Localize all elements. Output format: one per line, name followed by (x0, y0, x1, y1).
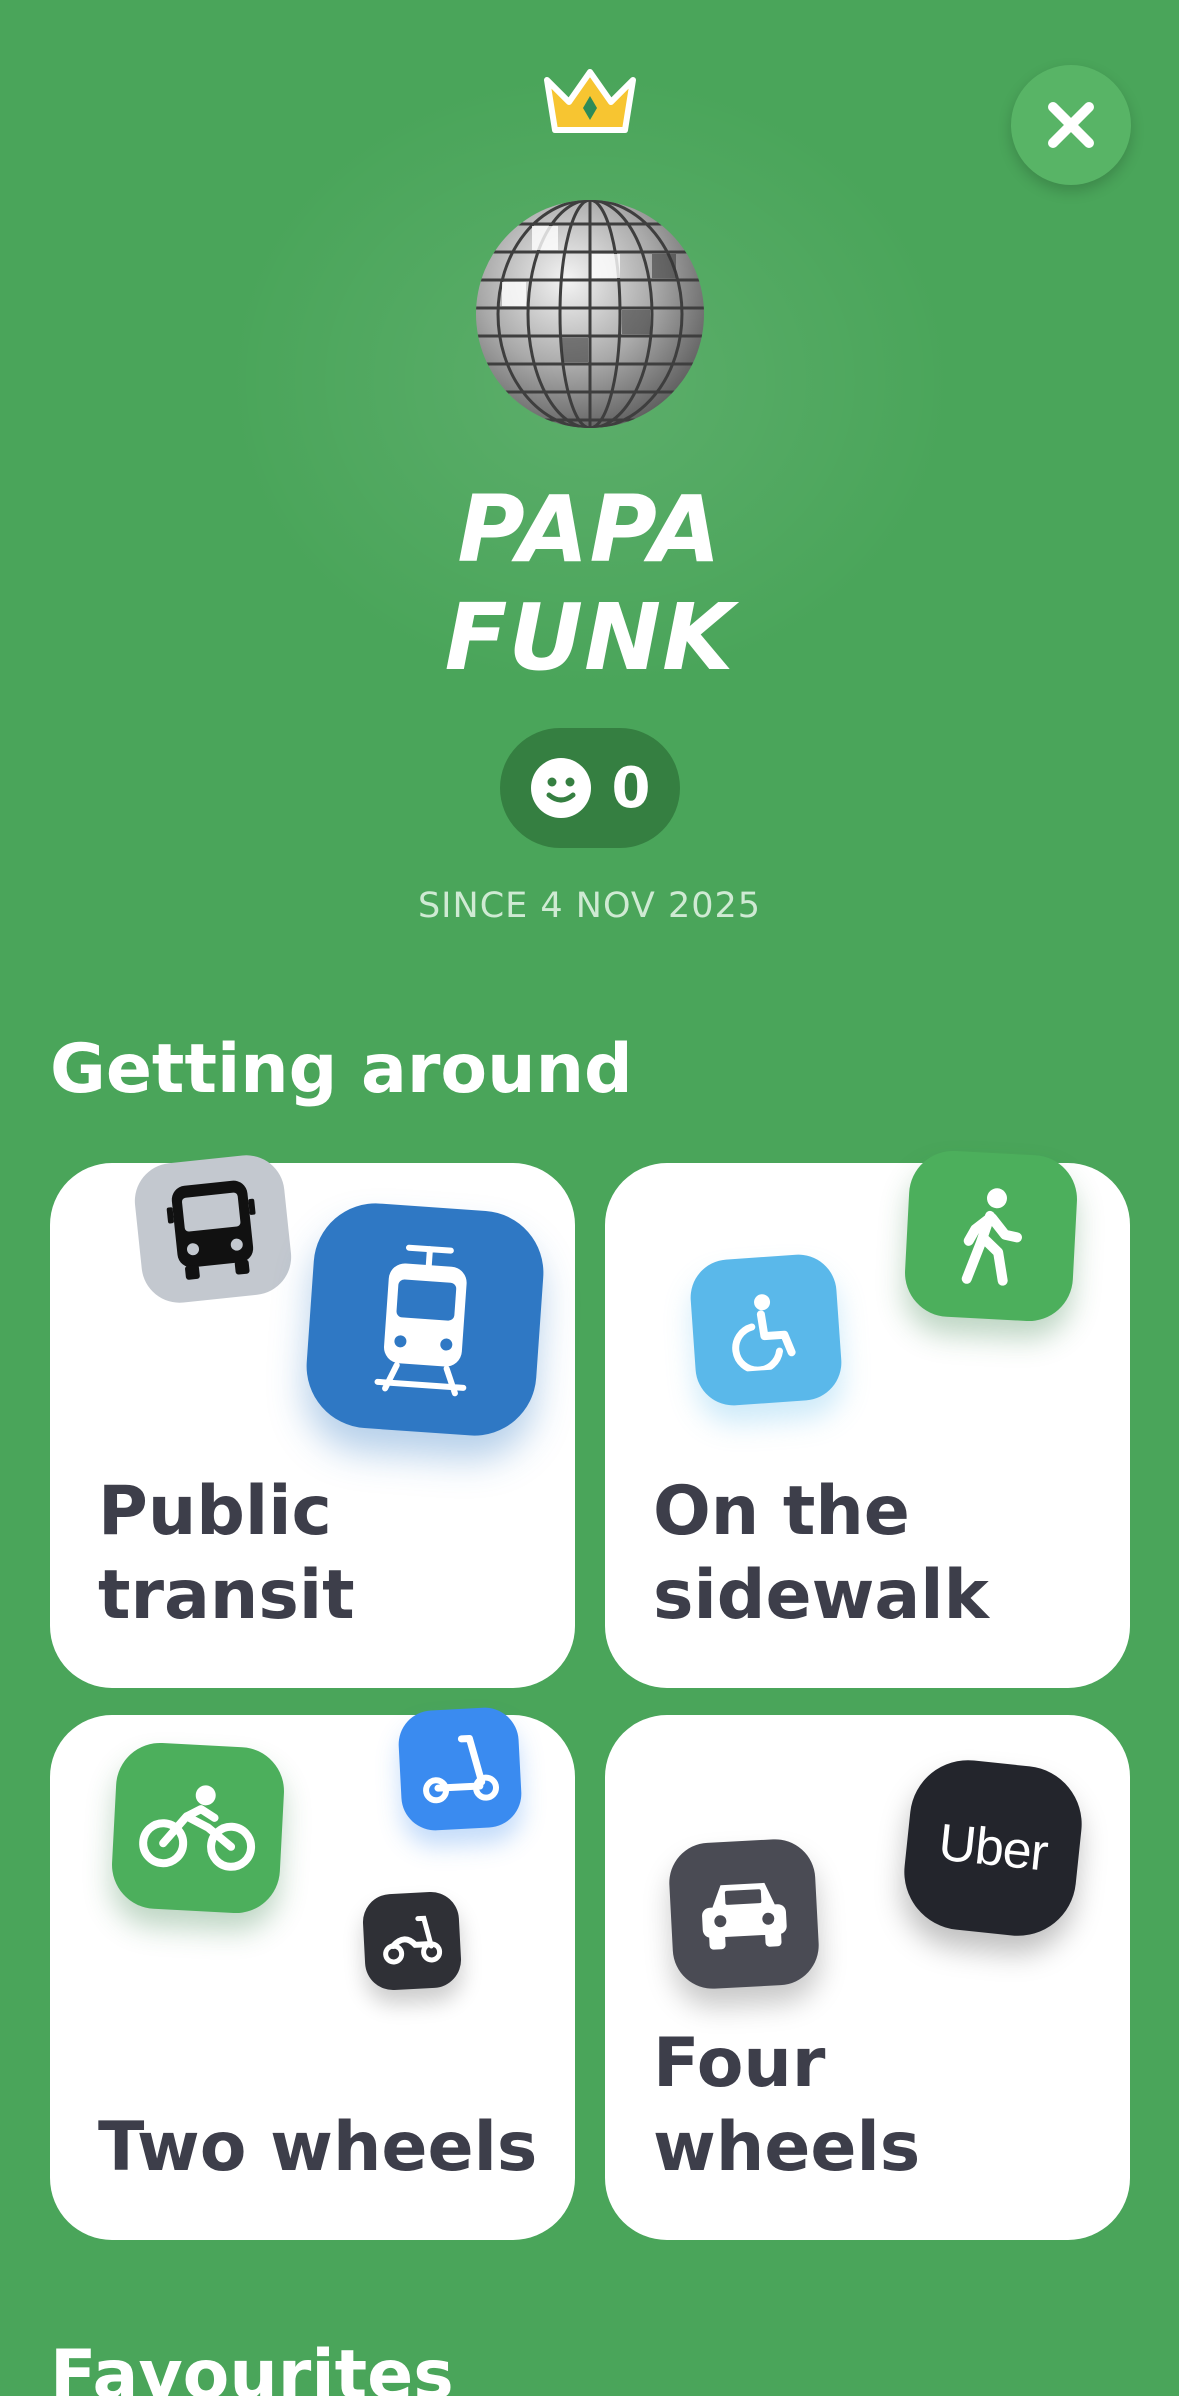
car-icon (667, 1837, 821, 1991)
profile-name-line1: PAPA (457, 476, 722, 583)
card-label-public-transit: Public transit (98, 1472, 355, 1635)
section-title-getting-around: Getting around (50, 1030, 633, 1109)
close-button[interactable] (1011, 65, 1131, 185)
walking-icon (902, 1148, 1080, 1324)
card-label-on-the-sidewalk: On the sidewalk (653, 1472, 989, 1635)
profile-name-line2: FUNK (444, 584, 735, 691)
uber-wordmark: Uber (935, 1813, 1051, 1883)
card-public-transit[interactable]: Public transit (50, 1151, 575, 1688)
section-title-favourites: Favourites (50, 2336, 454, 2396)
score-value: 0 (611, 755, 651, 821)
bus-icon (131, 1151, 295, 1307)
smiley-icon (530, 758, 591, 818)
card-two-wheels[interactable]: Two wheels (50, 1705, 575, 2240)
member-since: SINCE 4 NOV 2025 (417, 886, 762, 926)
disco-ball-avatar[interactable] (472, 196, 708, 436)
card-label-four-wheels: Four wheels (653, 2024, 921, 2187)
moped-icon (361, 1890, 463, 1992)
scooter-icon (396, 1705, 524, 1833)
score-badge[interactable]: 0 (500, 728, 680, 848)
crown-icon (541, 66, 639, 142)
uber-logo: Uber (898, 1754, 1088, 1942)
card-four-wheels[interactable]: Uber Four wheels (605, 1715, 1130, 2240)
card-label-two-wheels: Two wheels (98, 2108, 538, 2187)
close-icon (1048, 102, 1094, 148)
bicycle-icon (109, 1740, 287, 1916)
card-on-the-sidewalk[interactable]: On the sidewalk (605, 1148, 1130, 1688)
tram-icon (302, 1199, 548, 1440)
wheelchair-icon (688, 1252, 844, 1408)
